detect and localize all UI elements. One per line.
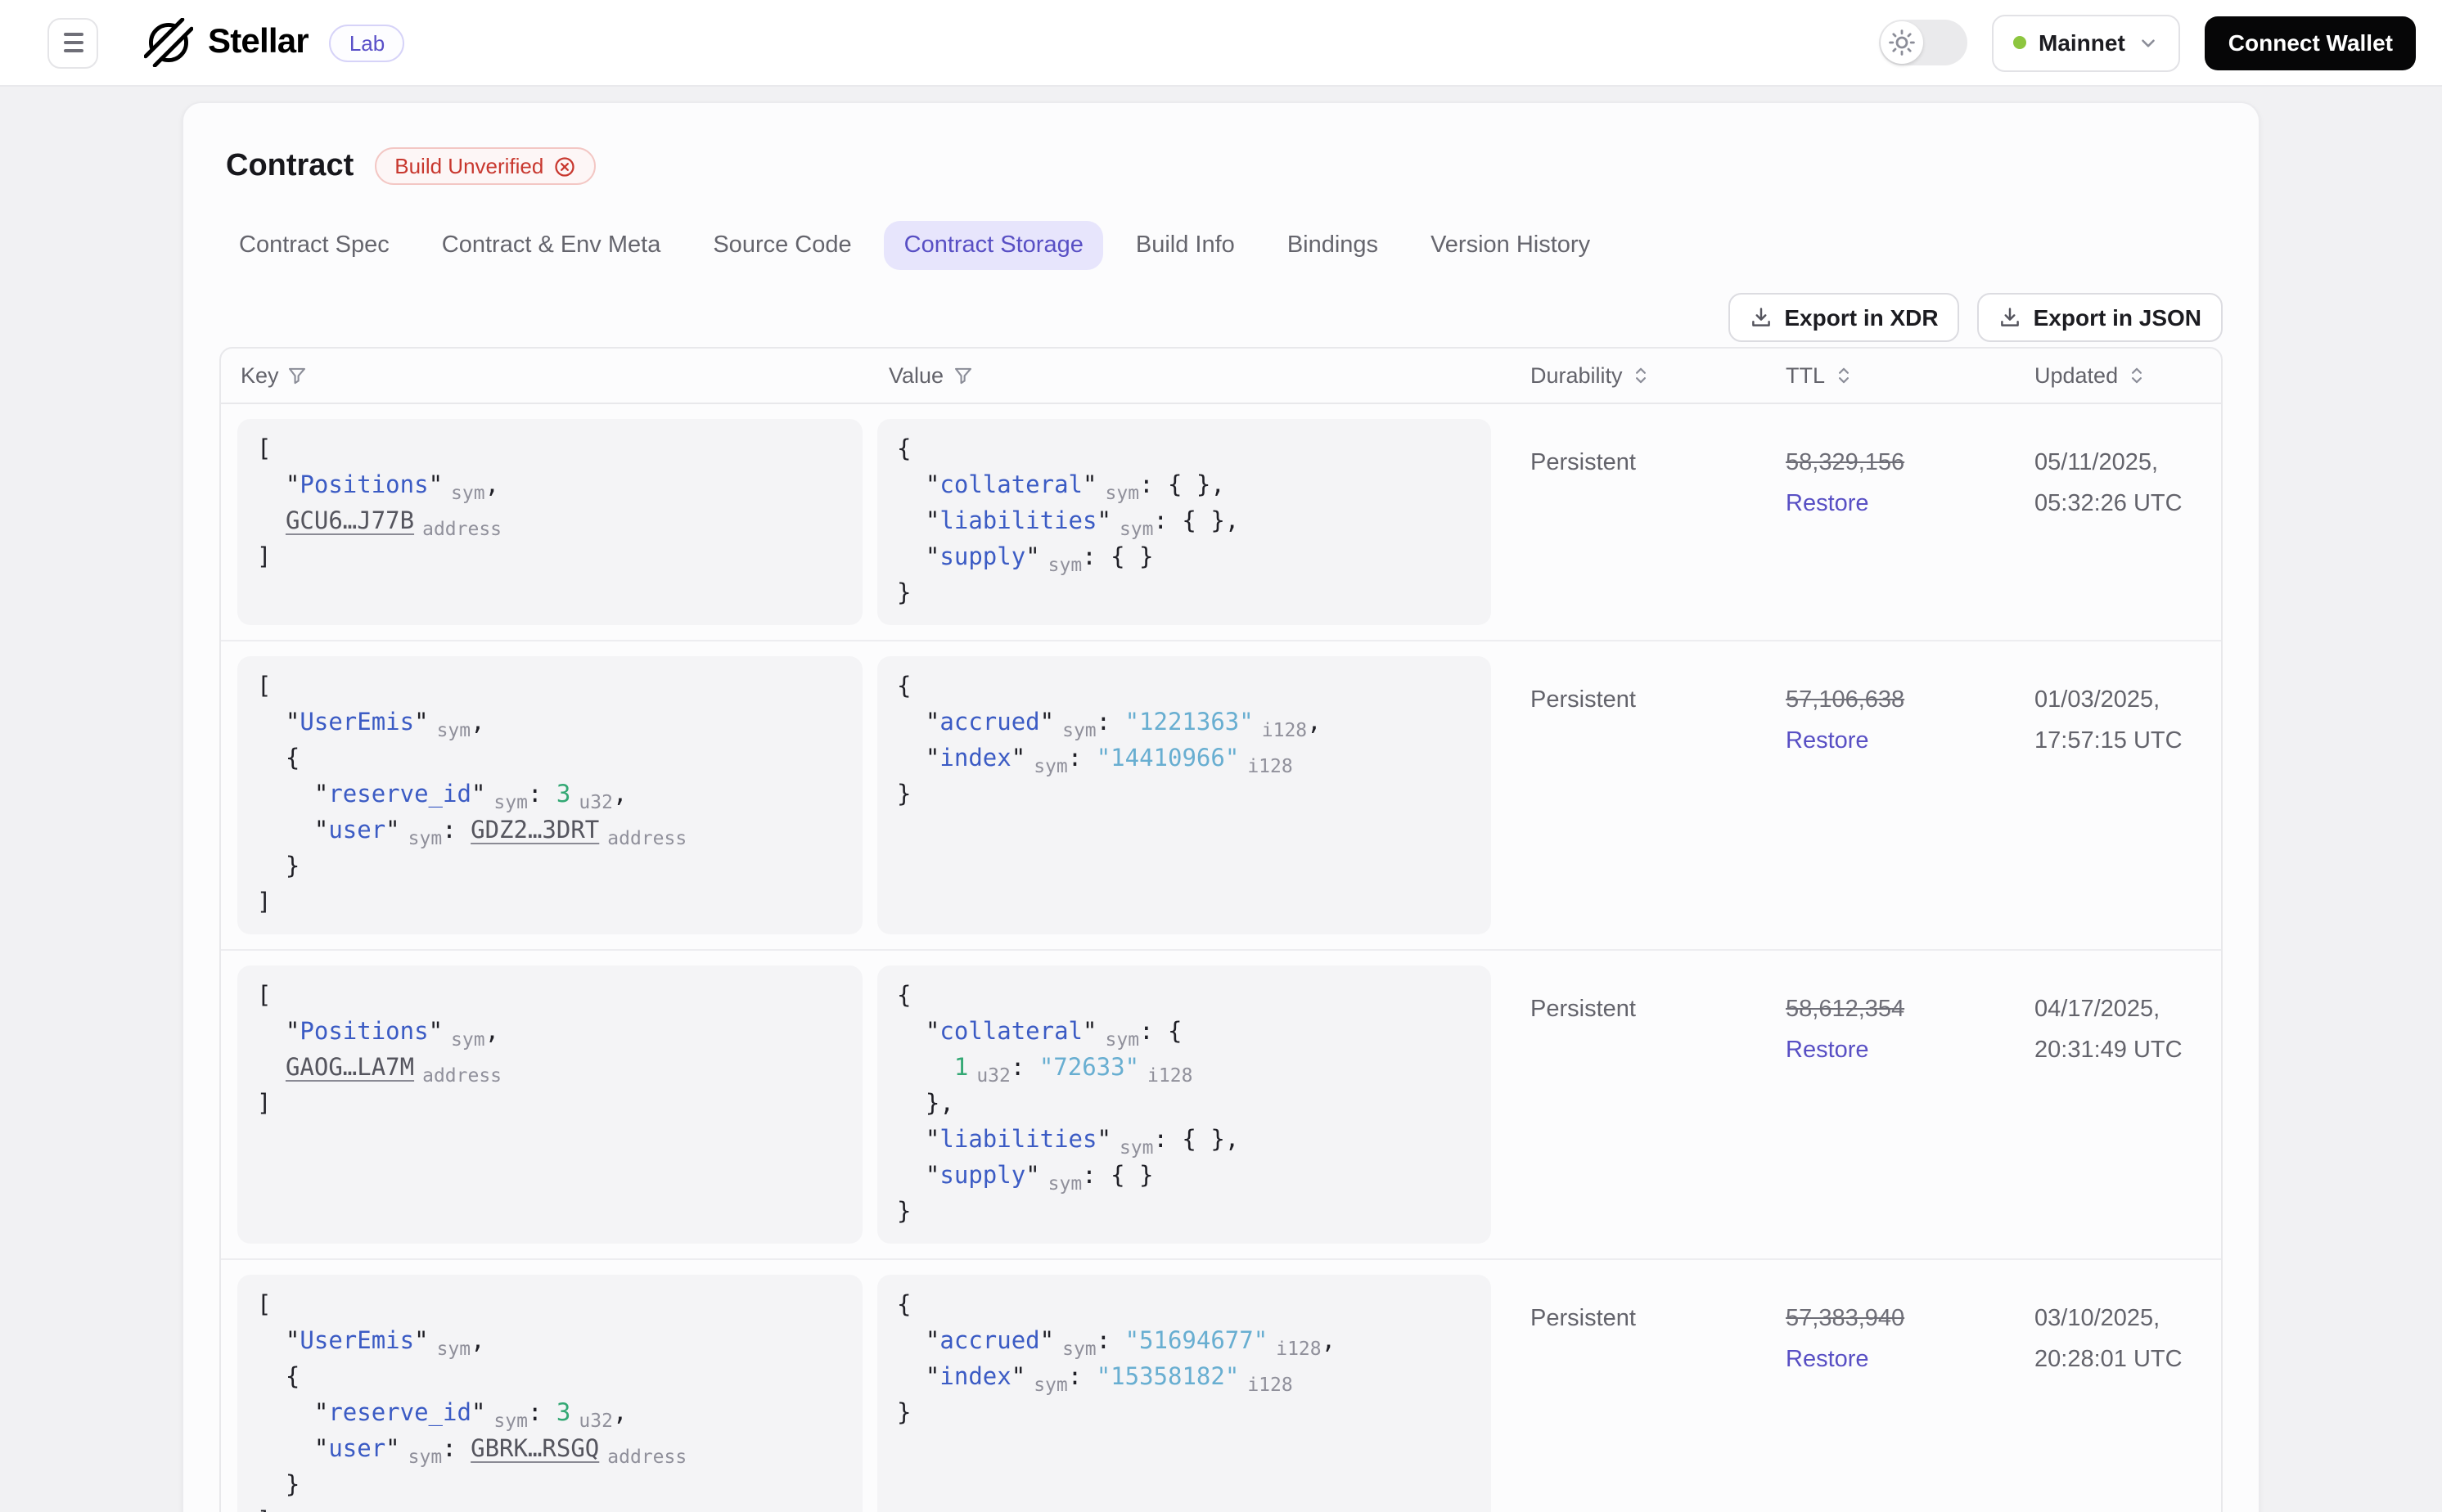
restore-link[interactable]: Restore [1786,1031,2005,1072]
contract-tabs: Contract Spec Contract & Env Meta Source… [219,221,2223,270]
updated-time: 20:28:01 UTC [2034,1347,2183,1373]
durability-cell: Persistent [1530,687,1636,713]
address-link[interactable]: GAOG…LA7M [286,1055,414,1082]
address-link[interactable]: GCU6…J77B [286,509,414,535]
chevron-down-icon [2142,38,2156,47]
storage-key-cell: [ "UserEmis" sym, { "reserve_id" sym: 3 u32… [237,1275,863,1512]
download-icon [1752,308,1771,326]
page-title: Contract [226,148,354,182]
storage-value-cell: { "accrued" sym: "51694677" i128, "index" s… [877,1275,1491,1512]
address-link[interactable]: GDZ2…3DRT [471,818,599,844]
column-header-durability[interactable]: Durability [1511,363,1766,388]
network-label: Mainnet [2039,29,2125,56]
network-status-dot [2012,36,2025,49]
ttl-value: 57,383,940 [1786,1306,1905,1332]
table-row: [ "UserEmis" sym, { "reserve_id" sym: 3 u32… [221,641,2221,951]
storage-table-body: [ "Positions" sym, GCU6…J77B address] { "c… [221,404,2221,1512]
updated-date: 03/10/2025, [2034,1306,2160,1332]
ttl-cell: 57,106,638 Restore [1766,641,2015,949]
table-header-row: Key Value Durability TTL Updated [221,349,2221,404]
tab-bindings[interactable]: Bindings [1268,221,1398,270]
tab-contract-spec[interactable]: Contract Spec [219,221,409,270]
connect-wallet-button[interactable]: Connect Wallet [2205,16,2416,70]
column-header-ttl[interactable]: TTL [1766,363,2015,388]
storage-key-cell: [ "Positions" sym, GCU6…J77B address] [237,419,863,625]
topbar-actions: Mainnet Connect Wallet [1878,14,2416,71]
restore-link[interactable]: Restore [1786,1340,2005,1381]
theme-toggle-knob [1880,21,1922,64]
sort-icon [2132,367,2142,384]
column-header-value[interactable]: Value [869,363,1511,388]
restore-link[interactable]: Restore [1786,722,2005,763]
contract-card: Contract Build Unverified Contract Spec … [182,101,2260,1512]
contract-title-row: Contract Build Unverified [226,103,2223,185]
updated-cell: 01/03/2025, 17:57:15 UTC [2015,641,2221,949]
column-header-key[interactable]: Key [221,363,869,388]
ttl-value: 57,106,638 [1786,687,1905,713]
network-selector[interactable]: Mainnet [1991,14,2181,71]
app-viewport: Stellar Lab Mainnet Connect Wallet Contr… [0,0,2442,1512]
updated-cell: 04/17/2025, 20:31:49 UTC [2015,951,2221,1258]
updated-cell: 05/11/2025, 05:32:26 UTC [2015,404,2221,640]
storage-key-cell: [ "Positions" sym, GAOG…LA7M address] [237,965,863,1244]
restore-link[interactable]: Restore [1786,484,2005,525]
storage-value-cell: { "accrued" sym: "1221363" i128, "index" sy… [877,656,1491,934]
durability-cell: Persistent [1530,1306,1636,1332]
sort-icon [1636,367,1647,384]
sort-icon [1839,367,1850,384]
updated-time: 17:57:15 UTC [2034,728,2183,754]
table-row: [ "Positions" sym, GCU6…J77B address] { "c… [221,404,2221,641]
ttl-cell: 58,612,354 Restore [1766,951,2015,1258]
storage-value-cell: { "collateral" sym: { }, "liabilities" sym… [877,419,1491,625]
filter-icon [954,367,971,385]
export-xdr-button[interactable]: Export in XDR [1728,293,1960,342]
stellar-logo-icon [144,18,193,67]
storage-value-cell: { "collateral" sym: { 1 u32: "72633" i128 }… [877,965,1491,1244]
export-json-button[interactable]: Export in JSON [1977,293,2223,342]
ttl-value: 58,329,156 [1786,450,1905,476]
ttl-value: 58,612,354 [1786,997,1905,1023]
tab-contract-env-meta[interactable]: Contract & Env Meta [422,221,681,270]
ttl-cell: 57,383,940 Restore [1766,1260,2015,1512]
durability-cell: Persistent [1530,450,1636,476]
table-row: [ "Positions" sym, GAOG…LA7M address] { "c… [221,951,2221,1260]
hamburger-menu-button[interactable] [47,17,98,68]
filter-icon [289,367,306,385]
download-icon [2001,308,2020,326]
contract-storage-table: Key Value Durability TTL Updated ["Posi… [219,347,2223,1512]
brand-name: Stellar [208,23,309,61]
ttl-cell: 58,329,156 Restore [1766,404,2015,640]
tab-build-info[interactable]: Build Info [1116,221,1255,270]
theme-toggle[interactable] [1878,20,1967,65]
storage-key-cell: [ "UserEmis" sym, { "reserve_id" sym: 3 u32… [237,656,863,934]
durability-cell: Persistent [1530,997,1636,1023]
tab-contract-storage[interactable]: Contract Storage [884,221,1103,270]
hamburger-icon [63,33,83,36]
close-circle-icon [555,156,574,176]
updated-date: 01/03/2025, [2034,687,2160,713]
updated-time: 05:32:26 UTC [2034,491,2183,517]
stellar-logo[interactable]: Stellar [144,18,309,67]
sun-icon [1888,29,1914,56]
updated-time: 20:31:49 UTC [2034,1037,2183,1064]
updated-cell: 03/10/2025, 20:28:01 UTC [2015,1260,2221,1512]
updated-date: 04/17/2025, [2034,997,2160,1023]
export-actions: Export in XDR Export in JSON [219,293,2223,342]
lab-badge: Lab [329,24,405,61]
table-row: [ "UserEmis" sym, { "reserve_id" sym: 3 u32… [221,1260,2221,1512]
column-header-updated[interactable]: Updated [2015,363,2221,388]
tab-source-code[interactable]: Source Code [693,221,871,270]
tab-version-history[interactable]: Version History [1411,221,1610,270]
build-status-badge: Build Unverified [375,147,597,185]
address-link[interactable]: GBRK…RSGQ [471,1437,599,1463]
updated-date: 05/11/2025, [2034,450,2159,476]
top-navigation-bar: Stellar Lab Mainnet Connect Wallet [0,0,2442,87]
